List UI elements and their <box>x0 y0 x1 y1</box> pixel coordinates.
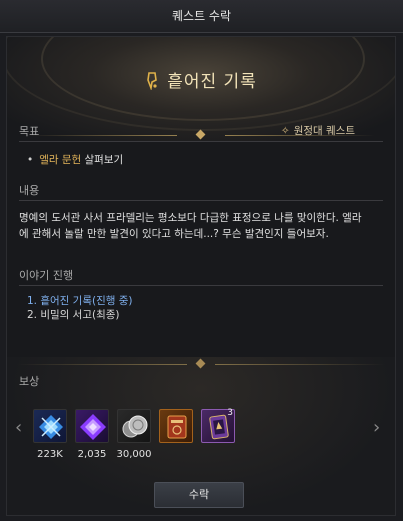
header-divider-left <box>27 135 177 136</box>
objective-target: 엘라 문헌 <box>39 154 82 166</box>
story-label: 이야기 진행 <box>19 269 74 282</box>
objective-divider <box>19 141 383 142</box>
rewards-prev-arrow-icon[interactable]: ‹ <box>15 417 22 438</box>
objective-label: 목표 <box>19 125 40 138</box>
bullet-icon: • <box>27 154 34 166</box>
reward-purple-card[interactable]: 3 <box>201 408 235 443</box>
rewards-label: 보상 <box>19 375 40 388</box>
story-divider <box>19 285 383 286</box>
reward-red-book[interactable] <box>159 409 193 443</box>
quest-description: 명예의 도서관 사서 프라델리는 평소보다 다급한 표정으로 나를 맞이한다. … <box>19 212 362 240</box>
reward-amount: 223K <box>37 449 63 460</box>
quest-exclamation-icon <box>145 70 161 92</box>
quest-panel: 흩어진 기록 목표 ✧ 원정대 퀘스트 • 엘라 문헌 살펴보기 내용 명예의 도서… <box>6 36 396 516</box>
quest-type-text: 원정대 퀘스트 <box>293 125 355 137</box>
story-step-final: 2. 비밀의 서고(최종) <box>27 309 120 321</box>
quest-type: ✧ 원정대 퀘스트 <box>281 123 355 138</box>
objective-action: 살펴보기 <box>81 154 124 166</box>
content-divider <box>19 200 383 201</box>
reward-purple-gem[interactable] <box>75 409 109 443</box>
accept-button[interactable]: 수락 <box>154 482 244 508</box>
rewards-next-arrow-icon[interactable]: › <box>373 417 380 438</box>
objective-item: • 엘라 문헌 살펴보기 <box>27 152 123 167</box>
expedition-star-icon: ✧ <box>280 125 290 137</box>
reward-silver-coins[interactable] <box>117 409 151 443</box>
reward-amount: 2,035 <box>77 449 107 460</box>
reward-blue-crystal[interactable] <box>33 409 67 443</box>
reward-amount: 30,000 <box>116 449 152 460</box>
purple-gem-icon <box>80 414 106 440</box>
window-title: 퀘스트 수락 <box>0 0 403 33</box>
red-book-icon <box>167 415 187 439</box>
silver-coins-icon <box>122 415 148 438</box>
quest-title-text: 흩어진 기록 <box>167 72 257 92</box>
reward-count-badge: 3 <box>227 408 233 418</box>
content-label: 내용 <box>19 184 40 197</box>
rewards-ornament <box>7 349 395 379</box>
story-step-current: 1. 흩어진 기록(진행 중) <box>27 295 133 307</box>
quest-title: 흩어진 기록 <box>7 67 395 92</box>
blue-crystal-icon <box>39 415 63 439</box>
